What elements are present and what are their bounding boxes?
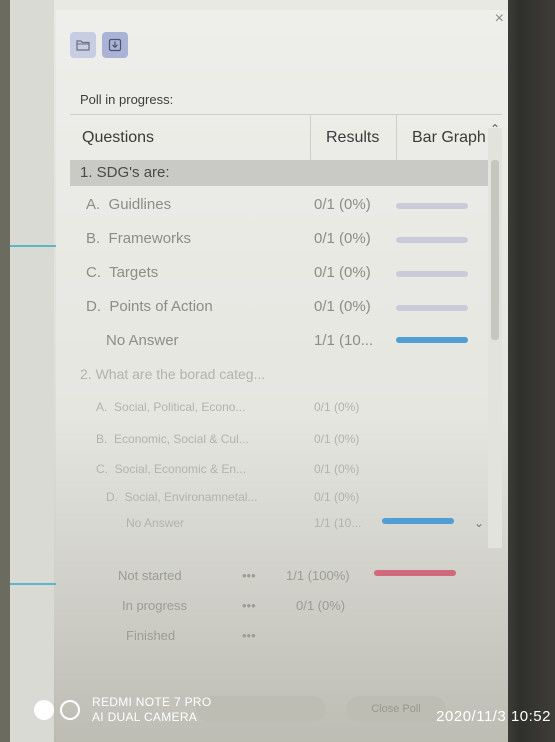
status-row: Not started ••• 1/1 (100%)	[56, 568, 486, 594]
answer-result: 0/1 (0%)	[314, 400, 360, 414]
result-bar	[396, 337, 468, 343]
results-table-header: Questions Results Bar Graph	[70, 114, 502, 162]
header-bar-graph[interactable]: Bar Graph	[412, 129, 486, 147]
watermark-device: REDMI NOTE 7 PRO	[92, 695, 212, 709]
answer-result: 0/1 (0%)	[314, 264, 371, 281]
answer-label: C. Targets	[86, 264, 159, 281]
status-bar-fill	[374, 570, 456, 576]
scroll-up-icon[interactable]: ⌃	[490, 122, 500, 136]
polls-panel: × Poll in progress: Questions Results Ba…	[56, 10, 508, 742]
open-poll-button[interactable]	[70, 32, 96, 58]
answer-row[interactable]: No Answer 1/1 (10...	[56, 332, 486, 362]
status-label: Finished	[126, 628, 176, 643]
watermark-camera: AI DUAL CAMERA	[92, 710, 198, 724]
result-bar-fill	[396, 337, 468, 343]
poll-action-button[interactable]	[196, 696, 326, 722]
answer-result: 0/1 (0%)	[314, 432, 360, 446]
result-bar	[396, 237, 468, 243]
status-row: Finished •••	[56, 628, 486, 654]
watermark-ring-icon	[60, 700, 80, 720]
status-dots: •••	[242, 598, 256, 613]
answer-label: C. Social, Economic & En...	[96, 462, 247, 476]
status-bar	[374, 570, 456, 576]
header-questions[interactable]: Questions	[82, 129, 154, 147]
answer-label: B. Economic, Social & Cul...	[96, 432, 249, 446]
answer-label: D. Points of Action	[86, 298, 213, 315]
result-bar	[396, 203, 468, 209]
result-bar-fill	[382, 518, 454, 524]
status-label: Not started	[118, 568, 182, 583]
status-label: In progress	[122, 598, 188, 613]
status-row: In progress ••• 0/1 (0%)	[56, 598, 486, 624]
answer-label: D. Social, Environamnetal...	[106, 490, 258, 504]
answer-result: 0/1 (0%)	[314, 196, 371, 213]
answer-result: 0/1 (0%)	[314, 298, 371, 315]
answer-result: 0/1 (0%)	[314, 490, 360, 504]
status-dots: •••	[242, 628, 256, 643]
answer-label: No Answer	[106, 332, 179, 349]
status-dots: •••	[242, 568, 256, 583]
answer-row[interactable]: C. Targets 0/1 (0%)	[56, 264, 486, 294]
question-label: 1. SDG's are:	[80, 164, 170, 181]
question-label: 2. What are the borad categ...	[80, 366, 266, 382]
answer-label: No Answer	[126, 516, 185, 530]
status-result: 0/1 (0%)	[296, 598, 346, 613]
watermark-dot-icon	[34, 700, 54, 720]
header-separator	[310, 115, 311, 161]
screen: × Poll in progress: Questions Results Ba…	[10, 0, 508, 742]
folder-icon	[76, 40, 90, 51]
answer-label: A. Guidlines	[86, 196, 172, 213]
status-result: 1/1 (100%)	[286, 568, 350, 583]
camera-watermark: REDMI NOTE 7 PRO AI DUAL CAMERA	[34, 695, 211, 725]
download-icon	[108, 38, 122, 52]
result-bar	[382, 518, 454, 524]
answer-row[interactable]: No Answer 1/1 (10...	[56, 516, 486, 546]
answer-row[interactable]: A. Guidlines 0/1 (0%)	[56, 196, 486, 226]
save-poll-button[interactable]	[102, 32, 128, 58]
scrollbar-thumb[interactable]	[491, 160, 499, 340]
question-row[interactable]: 1. SDG's are:	[70, 160, 488, 186]
poll-status-label: Poll in progress:	[80, 92, 174, 107]
result-bar	[396, 271, 468, 277]
answer-row[interactable]: D. Points of Action 0/1 (0%)	[56, 298, 486, 328]
answer-result: 0/1 (0%)	[314, 462, 360, 476]
background-window-outline	[10, 245, 60, 585]
answer-row[interactable]: B. Frameworks 0/1 (0%)	[56, 230, 486, 260]
header-separator	[396, 115, 397, 161]
close-poll-button[interactable]: Close Poll	[346, 696, 446, 722]
answer-row[interactable]: A. Social, Political, Econo... 0/1 (0%)	[56, 400, 486, 430]
header-results[interactable]: Results	[326, 129, 379, 147]
answer-label: A. Social, Political, Econo...	[96, 400, 246, 414]
close-icon[interactable]: ×	[495, 10, 504, 28]
answer-row[interactable]: C. Social, Economic & En... 0/1 (0%)	[56, 462, 486, 492]
answer-label: B. Frameworks	[86, 230, 192, 247]
answer-row[interactable]: B. Economic, Social & Cul... 0/1 (0%)	[56, 432, 486, 462]
answer-result: 1/1 (10...	[314, 516, 362, 530]
answer-result: 1/1 (10...	[314, 332, 374, 349]
question-row[interactable]: 2. What are the borad categ...	[70, 362, 488, 388]
answer-result: 0/1 (0%)	[314, 230, 371, 247]
result-bar	[396, 305, 468, 311]
photo-timestamp: 2020/11/3 10:52	[436, 708, 551, 725]
watermark-text: REDMI NOTE 7 PRO AI DUAL CAMERA	[92, 695, 211, 725]
